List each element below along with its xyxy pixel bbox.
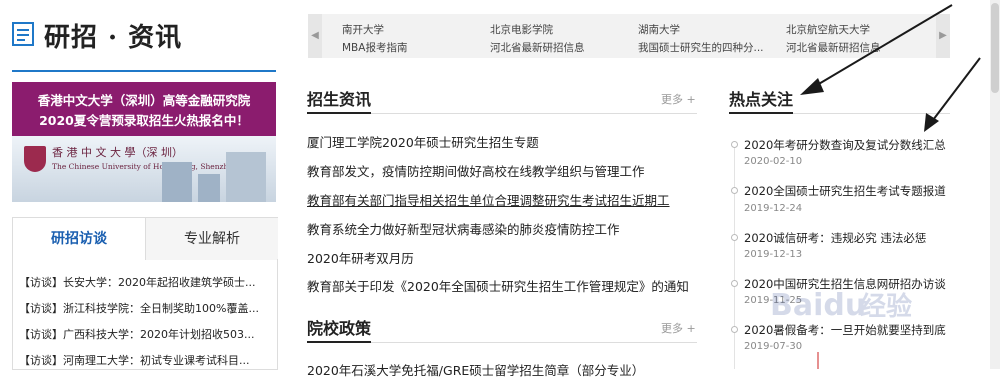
annotation-arrows: Baidu 经验 (770, 4, 981, 369)
watermark-icon: Baidu 经验 (770, 288, 912, 323)
arrow-icon (924, 57, 981, 132)
scrollbar-thumb[interactable] (991, 3, 999, 93)
scrollbar[interactable] (990, 0, 1000, 369)
arrow-icon (800, 4, 953, 95)
svg-text:Baidu: Baidu (770, 288, 866, 323)
svg-text:经验: 经验 (860, 291, 912, 322)
